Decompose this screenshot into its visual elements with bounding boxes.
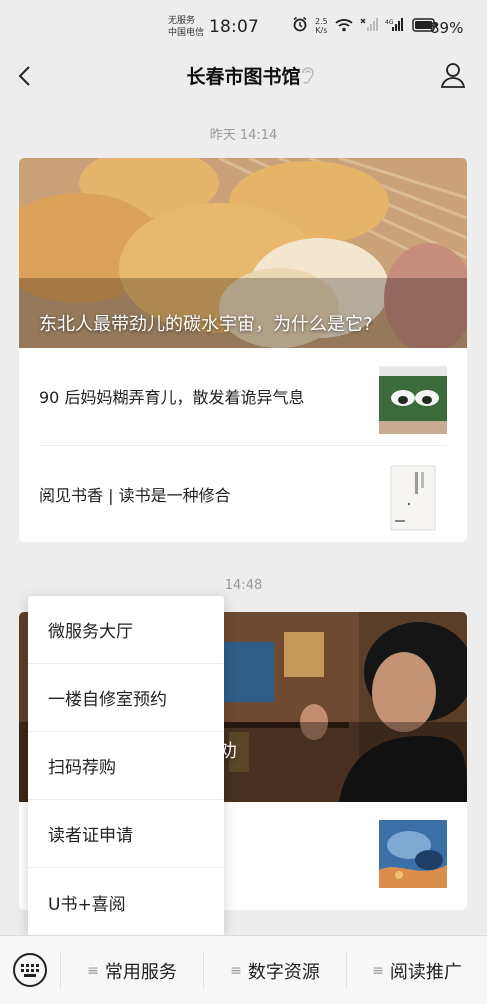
article-list-item[interactable]: 阅见书香 | 读书是一种修合 bbox=[39, 445, 447, 542]
article-title: 阅见书香 | 读书是一种修合 bbox=[39, 486, 231, 505]
article-thumbnail bbox=[379, 464, 447, 532]
menu-item-ubook[interactable]: U书+喜阅 bbox=[28, 868, 224, 936]
alarm-icon bbox=[292, 16, 308, 36]
menu-tab-label: 数字资源 bbox=[247, 961, 320, 983]
menu-lines-icon: ≡ bbox=[230, 962, 242, 979]
system-icons: 2.5 K/s 4G bbox=[292, 16, 438, 36]
battery-percentage: 89% bbox=[430, 19, 464, 37]
menu-lines-icon: ≡ bbox=[87, 962, 99, 979]
keyboard-toggle-button[interactable] bbox=[12, 952, 48, 988]
article-thumbnail bbox=[379, 366, 447, 434]
article-thumbnail bbox=[379, 820, 447, 888]
menu-lines-icon: ≡ bbox=[372, 962, 384, 979]
earpiece-mode-icon bbox=[300, 65, 316, 91]
message-timestamp: 14:48 bbox=[224, 578, 263, 593]
menu-tab-label: 阅读推广 bbox=[389, 961, 462, 983]
signal-icon-sim2: 4G bbox=[385, 17, 405, 36]
page-title: 长春市图书馆 bbox=[186, 66, 301, 88]
bottom-menu-bar: ≡ 常用服务 ≡ 数字资源 ≡ 阅读推广 bbox=[0, 935, 487, 1004]
nav-bar: 长春市图书馆 bbox=[0, 52, 487, 102]
status-time: 18:07 bbox=[209, 17, 259, 37]
menu-item-service-hall[interactable]: 微服务大厅 bbox=[28, 596, 224, 664]
menu-item-scan-recommend[interactable]: 扫码荐购 bbox=[28, 732, 224, 800]
carrier-status: 无服务 bbox=[168, 16, 196, 26]
menu-tab-label: 常用服务 bbox=[104, 961, 177, 983]
person-icon bbox=[440, 63, 466, 88]
menu-item-study-room-booking[interactable]: 一楼自修室预约 bbox=[28, 664, 224, 732]
net-speed-value: 2.5 bbox=[315, 17, 328, 26]
svg-text:4G: 4G bbox=[385, 19, 394, 26]
menu-tab-digital-resources[interactable]: ≡ 数字资源 bbox=[204, 936, 346, 1004]
article-list-item[interactable]: 90 后妈妈糊弄育儿，散发着诡异气息 bbox=[39, 348, 447, 445]
wifi-icon bbox=[335, 17, 353, 36]
profile-button[interactable] bbox=[440, 61, 466, 93]
net-speed: 2.5 K/s bbox=[315, 17, 328, 35]
carrier-name: 中国电信 bbox=[168, 28, 205, 38]
article-title: 90 后妈妈糊弄育儿，散发着诡异气息 bbox=[39, 388, 305, 407]
article-card: 东北人最带劲儿的碳水宇宙，为什么是它? 90 后妈妈糊弄育儿，散发着诡异气息 阅… bbox=[19, 158, 467, 542]
carrier-info: 无服务 中国电信 bbox=[168, 15, 204, 39]
net-speed-unit: K/s bbox=[315, 26, 328, 35]
keyboard-icon bbox=[13, 953, 47, 987]
menu-tab-reading-promotion[interactable]: ≡ 阅读推广 bbox=[347, 936, 487, 1004]
signal-icon-sim1 bbox=[360, 17, 378, 36]
message-timestamp: 昨天 14:14 bbox=[209, 128, 278, 143]
status-bar: 无服务 中国电信 18:07 2.5 K/s 4G 89% bbox=[0, 0, 487, 52]
menu-tab-common-services[interactable]: ≡ 常用服务 bbox=[61, 936, 203, 1004]
service-popup-menu: 微服务大厅 一楼自修室预约 扫码荐购 读者证申请 U书+喜阅 bbox=[28, 596, 224, 936]
article-cover[interactable]: 东北人最带劲儿的碳水宇宙，为什么是它? bbox=[19, 158, 467, 348]
menu-item-reader-card[interactable]: 读者证申请 bbox=[28, 800, 224, 868]
article-cover-title: 东北人最带劲儿的碳水宇宙，为什么是它? bbox=[39, 314, 373, 335]
